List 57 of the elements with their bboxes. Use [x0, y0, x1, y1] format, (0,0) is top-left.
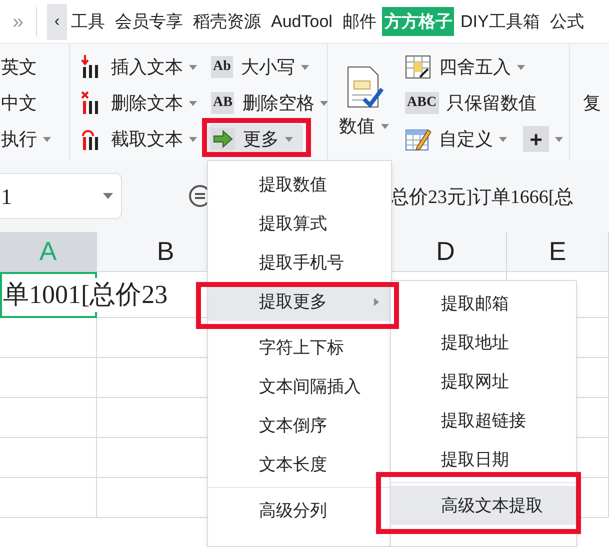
- ribbon-button[interactable]: 删除文本: [78, 88, 200, 118]
- ribbon-button[interactable]: 复: [580, 88, 604, 118]
- caret-icon: [189, 100, 197, 106]
- letters-icon: ABC: [405, 92, 439, 114]
- ribbon-button[interactable]: AB 删除空格: [208, 88, 332, 118]
- ribbon-button[interactable]: ABC 只保留数值: [402, 88, 540, 118]
- ribbon-button[interactable]: 插入文本: [78, 52, 200, 82]
- ribbon-tab[interactable]: 工具: [69, 8, 107, 34]
- column-header[interactable]: D: [436, 232, 455, 271]
- scroll-left-button[interactable]: ‹: [47, 4, 67, 40]
- add-button[interactable]: +: [520, 124, 566, 154]
- caret-icon: [43, 136, 51, 142]
- ribbon-button[interactable]: 更多: [208, 124, 303, 154]
- caret-icon: [555, 136, 563, 142]
- submenu-arrow-icon: [374, 298, 379, 306]
- column-header[interactable]: B: [156, 232, 174, 271]
- caret-icon: [300, 64, 309, 70]
- ribbon-tab[interactable]: DIY工具箱: [458, 8, 542, 34]
- table-pencil-icon: [405, 127, 431, 151]
- menu-item[interactable]: 提取算式: [208, 204, 391, 243]
- menu-item[interactable]: 高级分列: [208, 491, 391, 530]
- ribbon-tab[interactable]: 公式: [548, 8, 586, 34]
- ribbon-tab[interactable]: 会员专享: [113, 8, 185, 34]
- ribbon-tab[interactable]: 邮件: [340, 8, 378, 34]
- caret-icon: [189, 64, 197, 70]
- menu-item[interactable]: 文本间隔插入: [208, 367, 391, 406]
- menu-item[interactable]: 提取超链接: [391, 401, 576, 440]
- arrow-icon: [211, 128, 235, 150]
- ribbon-button[interactable]: Ab 大小写: [208, 52, 312, 82]
- menu-item[interactable]: 文本长度: [208, 445, 391, 484]
- caret-icon: [499, 136, 507, 142]
- name-box[interactable]: 1: [0, 173, 122, 219]
- menu-item[interactable]: 提取数值: [208, 165, 391, 204]
- ribbon-tab[interactable]: AudTool: [269, 8, 334, 34]
- caret-icon: [285, 136, 293, 142]
- ribbon-button[interactable]: 自定义: [402, 124, 510, 154]
- menu-item[interactable]: 提取手机号: [208, 243, 391, 282]
- menu-item[interactable]: 字符上下标: [208, 328, 391, 367]
- menu-item[interactable]: 文本倒序: [208, 406, 391, 445]
- column-header[interactable]: E: [548, 232, 566, 271]
- letters-icon: Ab: [211, 56, 233, 78]
- ribbon-button[interactable]: 截取文本: [78, 124, 200, 154]
- letters-icon: AB: [211, 92, 234, 114]
- caret-icon: [189, 136, 197, 142]
- caret-icon: [517, 64, 525, 70]
- caret-icon: [381, 124, 389, 128]
- ribbon-button[interactable]: 数值: [335, 62, 393, 142]
- ribbon-button[interactable]: 中文: [0, 88, 40, 118]
- ribbon-button[interactable]: 英文: [0, 52, 40, 82]
- ribbon-button[interactable]: 四舍五入: [402, 52, 528, 82]
- cell-text: 单1001[总价23: [3, 278, 168, 312]
- caret-icon: [320, 100, 328, 106]
- ribbon-tab[interactable]: 稻壳资源: [191, 8, 263, 34]
- menu-item[interactable]: 高级文本提取: [391, 486, 576, 525]
- ribbon-button[interactable]: 执行: [0, 124, 54, 154]
- menu-item[interactable]: 提取网址: [391, 362, 576, 401]
- menu-item[interactable]: 提取地址: [391, 323, 576, 362]
